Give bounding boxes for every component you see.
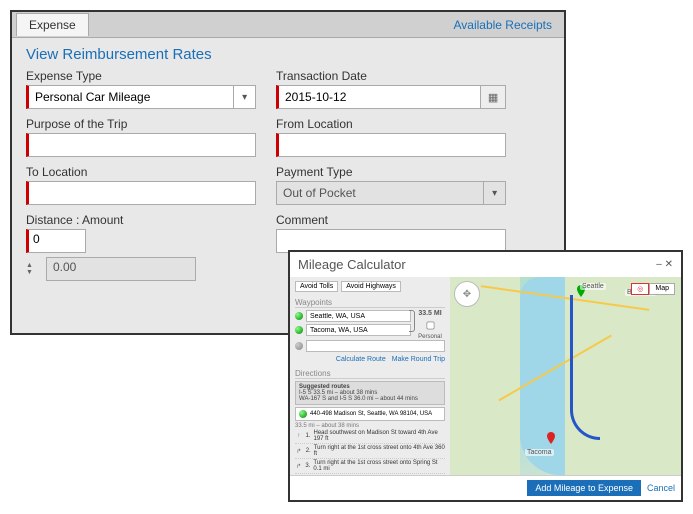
expense-type-field[interactable]: ▾ — [26, 85, 256, 109]
avoid-highways-toggle[interactable]: Avoid Highways — [341, 281, 401, 292]
transaction-date-input[interactable] — [279, 86, 480, 108]
purpose-input[interactable] — [29, 134, 255, 156]
amount-input — [47, 258, 195, 276]
label-to-location: To Location — [26, 165, 256, 179]
map-type-button[interactable]: Map — [649, 283, 675, 295]
map-marker-b-icon — [545, 432, 557, 444]
expense-type-input[interactable] — [29, 86, 233, 108]
distance-stepper[interactable]: ▲▼ — [26, 262, 38, 276]
map-pan-control[interactable]: ✥ — [454, 281, 480, 307]
avoid-tolls-toggle[interactable]: Avoid Tolls — [295, 281, 338, 292]
arrow-icon: ↑ — [295, 433, 302, 439]
mileage-title-bar: Mileage Calculator – ✕ — [290, 252, 681, 277]
calculate-route-link[interactable]: Calculate Route — [336, 356, 386, 363]
map-label-tacoma: Tacoma — [525, 449, 554, 456]
distance-field[interactable] — [26, 229, 86, 253]
mileage-title: Mileage Calculator — [298, 257, 406, 272]
waypoint-marker-icon — [299, 410, 307, 418]
chevron-down-icon[interactable]: ▾ — [233, 86, 255, 108]
arrow-icon: ↱ — [295, 448, 303, 455]
payment-type-field[interactable]: ▾ — [276, 181, 506, 205]
view-rates-link[interactable]: View Reimbursement Rates — [26, 46, 550, 63]
label-comment: Comment — [276, 213, 506, 227]
mileage-calculator-window: Mileage Calculator – ✕ Avoid Tolls Avoid… — [288, 250, 683, 502]
suggested-route-2[interactable]: WA-167 S and I-5 S 36.0 mi – about 44 mi… — [299, 396, 441, 402]
start-address: 440-498 Madison St, Seattle, WA 98104, U… — [310, 411, 432, 417]
tab-bar: Expense Available Receipts — [12, 12, 564, 38]
transaction-date-field[interactable]: ▦ — [276, 85, 506, 109]
cancel-button[interactable]: Cancel — [647, 483, 675, 493]
from-location-field[interactable] — [276, 133, 506, 157]
suggested-routes-box: Suggested routes I-5 S 33.5 mi – about 3… — [295, 381, 445, 405]
label-transaction-date: Transaction Date — [276, 69, 506, 83]
map-type-toggle[interactable]: ◎ Map — [631, 283, 675, 295]
waypoints-label: Waypoints — [295, 298, 445, 308]
to-location-input[interactable] — [29, 182, 255, 204]
step-3: Turn right at the 1st cross street onto … — [313, 460, 445, 472]
mileage-left-panel: Avoid Tolls Avoid Highways Waypoints — [290, 277, 450, 475]
waypoint-1-input[interactable] — [306, 310, 411, 322]
purpose-field[interactable] — [26, 133, 256, 157]
chevron-down-icon[interactable]: ▾ — [483, 182, 505, 204]
mileage-footer: Add Mileage to Expense Cancel — [290, 475, 681, 500]
route-line — [570, 295, 600, 440]
waypoint-marker-icon — [295, 312, 303, 320]
step-2: Turn right at the 1st cross street onto … — [314, 445, 445, 457]
to-location-field[interactable] — [26, 181, 256, 205]
from-location-input[interactable] — [279, 134, 505, 156]
directions-label: Directions — [295, 369, 445, 379]
calendar-icon[interactable]: ▦ — [480, 86, 505, 108]
waypoint-3-input[interactable] — [306, 340, 445, 352]
make-round-trip-link[interactable]: Make Round Trip — [392, 356, 445, 363]
segment-distance: 33.5 MI — [415, 310, 445, 317]
directions-steps: 33.5 mi – about 38 mins ↑1.Head southwes… — [295, 423, 445, 474]
map-panel[interactable]: Seattle Bellevue Tacoma ✥ ◎ Map — [450, 277, 681, 475]
comment-input[interactable] — [277, 230, 505, 252]
waypoint-marker-icon — [295, 326, 303, 334]
waypoint-add-icon[interactable] — [295, 342, 303, 350]
tab-expense[interactable]: Expense — [16, 13, 89, 36]
add-mileage-button[interactable]: Add Mileage to Expense — [527, 480, 641, 496]
distance-input[interactable] — [29, 230, 85, 248]
label-payment-type: Payment Type — [276, 165, 506, 179]
waypoint-2-input[interactable] — [306, 324, 411, 336]
amount-field — [46, 257, 196, 281]
label-distance-amount: Distance : Amount — [26, 213, 256, 227]
step-1: Head southwest on Madison St toward 4th … — [313, 430, 445, 442]
payment-type-input — [277, 182, 483, 204]
label-purpose: Purpose of the Trip — [26, 117, 256, 131]
personal-checkbox[interactable] — [426, 322, 434, 330]
available-receipts-link[interactable]: Available Receipts — [453, 18, 552, 32]
map-label-seattle: Seattle — [580, 283, 606, 290]
arrow-icon: ↱ — [295, 463, 302, 470]
label-expense-type: Expense Type — [26, 69, 256, 83]
close-icon[interactable]: – ✕ — [656, 259, 673, 270]
map-marker-toggle-icon[interactable]: ◎ — [631, 283, 649, 295]
label-from-location: From Location — [276, 117, 506, 131]
start-address-box: 440-498 Madison St, Seattle, WA 98104, U… — [295, 407, 445, 421]
